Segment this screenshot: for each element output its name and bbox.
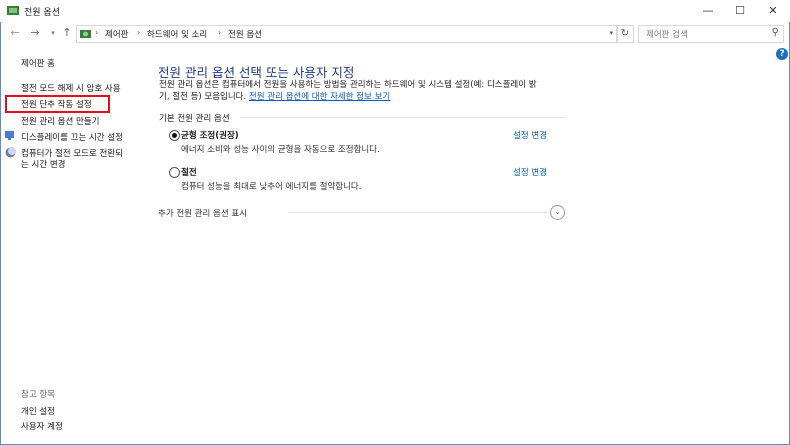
page-title: 전원 관리 옵션 선택 또는 사용자 지정	[158, 65, 355, 80]
forward-button[interactable]: →	[28, 26, 42, 40]
breadcrumb-separator: ›	[218, 28, 222, 37]
close-button[interactable]: ✕	[757, 0, 789, 22]
breadcrumb-power-options[interactable]: 전원 옵션	[228, 28, 262, 40]
see-also-heading: 참고 항목	[21, 390, 55, 400]
description-line1: 전원 관리 옵션은 컴퓨터에서 전원을 사용하는 방법을 관리하는 하드웨어 및…	[159, 80, 537, 90]
sidebar-item-sleep-line2[interactable]: 는 시간 변경	[21, 158, 66, 170]
plan-name-balanced[interactable]: 균형 조정(권장)	[181, 129, 239, 141]
back-button[interactable]: ←	[8, 26, 22, 40]
address-bar[interactable]: › 제어판 › 하드웨어 및 소리 › 전원 옵션 ▾	[76, 25, 618, 43]
refresh-button[interactable]: ↻	[616, 25, 634, 43]
power-options-icon	[7, 6, 19, 15]
window-title: 전원 옵션	[24, 8, 60, 18]
breadcrumb-hardware-sound[interactable]: 하드웨어 및 소리	[147, 28, 207, 40]
plan-desc-power-saver: 컴퓨터 성능을 최대로 낮추어 에너지를 절약합니다.	[181, 182, 362, 192]
title-bar: 전원 옵션 — ☐ ✕	[0, 0, 790, 22]
moon-shield-icon	[5, 147, 16, 158]
power-saver-change-settings-link[interactable]: 설정 변경	[513, 166, 547, 178]
balanced-change-settings-link[interactable]: 설정 변경	[513, 129, 547, 141]
address-dropdown-icon[interactable]: ▾	[609, 29, 613, 37]
search-icon[interactable]: ⚲	[772, 27, 779, 38]
power-saver-radio[interactable]	[169, 167, 180, 178]
sidebar-item-display-off[interactable]: 디스플레이를 끄는 시간 설정	[21, 131, 123, 143]
page-description: 전원 관리 옵션은 컴퓨터에서 전원을 사용하는 방법을 관리하는 하드웨어 및…	[159, 80, 569, 103]
plan-desc-balanced: 에너지 소비와 성능 사이의 균형을 자동으로 조정합니다.	[181, 145, 380, 155]
breadcrumb-control-panel[interactable]: 제어판	[105, 28, 128, 40]
breadcrumb-separator: ›	[137, 28, 141, 37]
sidebar-item-power-button[interactable]: 전원 단추 작동 설정	[5, 95, 110, 113]
search-placeholder: 제어판 검색	[646, 30, 688, 40]
control-panel-icon	[80, 30, 91, 38]
expander-divider	[288, 212, 548, 213]
breadcrumb-separator: ›	[95, 28, 99, 37]
sidebar-personalization-link[interactable]: 개인 설정	[21, 405, 55, 417]
plan-name-power-saver[interactable]: 절전	[181, 166, 197, 178]
radio-selected-dot	[172, 133, 177, 138]
show-additional-plans-toggle[interactable]: 추가 전원 관리 옵션 표시	[158, 207, 247, 219]
sidebar-home-link[interactable]: 제어판 홈	[21, 57, 55, 69]
sidebar-item-wake-password[interactable]: 절전 모드 해제 시 암호 사용	[21, 82, 121, 94]
balanced-radio[interactable]	[169, 130, 180, 141]
display-shield-icon	[5, 131, 14, 140]
more-info-link[interactable]: 전원 관리 옵션에 대한 자세한 정보 보기	[249, 92, 390, 102]
sidebar-item-create-plan[interactable]: 전원 관리 옵션 만들기	[21, 115, 100, 127]
minimize-button[interactable]: —	[692, 0, 724, 22]
section-divider	[240, 117, 565, 118]
window-frame	[0, 0, 790, 445]
navigation-bar: ← → ▾ ↑ › 제어판 › 하드웨어 및 소리 › 전원 옵션 ▾ ↻ 제어…	[0, 22, 790, 46]
description-line2: 기, 절전 등) 모음입니다.	[159, 91, 249, 102]
up-button[interactable]: ↑	[60, 26, 74, 40]
maximize-button[interactable]: ☐	[724, 0, 756, 22]
recent-locations-dropdown[interactable]: ▾	[46, 26, 60, 40]
chevron-down-icon[interactable]: ⌄	[550, 205, 565, 220]
search-input[interactable]: 제어판 검색 ⚲	[638, 25, 784, 43]
help-button[interactable]: ?	[776, 48, 788, 60]
section-heading: 기본 전원 관리 옵션	[159, 114, 230, 124]
sidebar-user-accounts-link[interactable]: 사용자 계정	[21, 420, 63, 432]
